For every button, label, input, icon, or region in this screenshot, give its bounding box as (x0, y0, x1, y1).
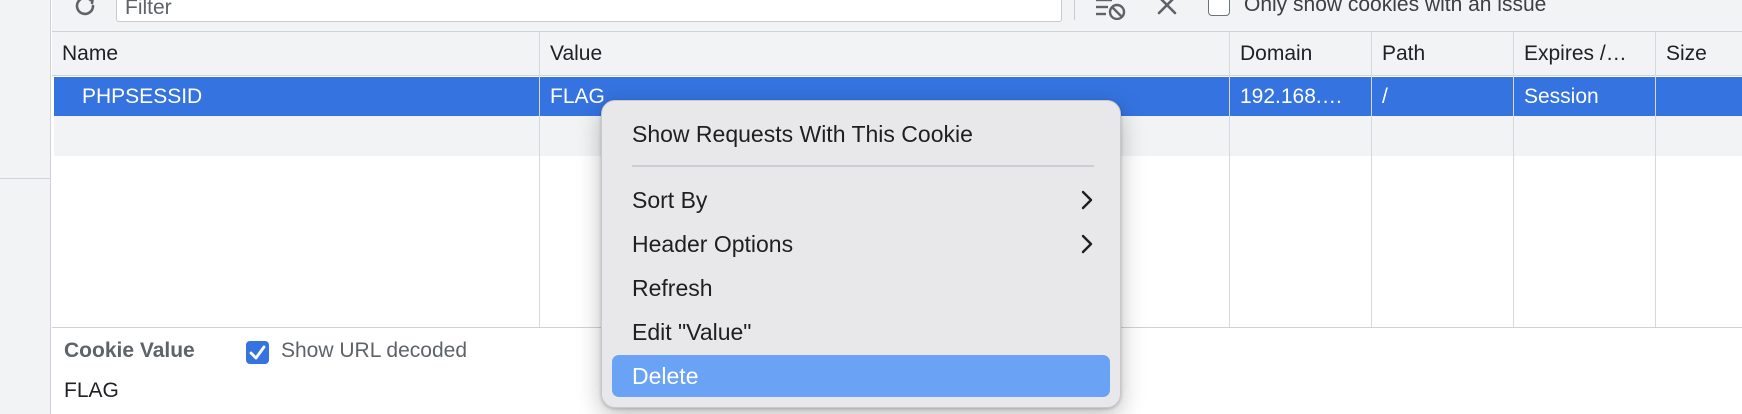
menu-item-label: Header Options (632, 231, 794, 257)
context-menu: Show Requests With This Cookie Sort By H… (601, 100, 1121, 408)
menu-item-show-requests[interactable]: Show Requests With This Cookie (612, 113, 1110, 155)
clear-filter-icon[interactable] (1094, 0, 1128, 20)
menu-item-delete[interactable]: Delete (612, 355, 1110, 397)
cookie-value-text: FLAG (64, 379, 119, 402)
table-header: Name Value Domain Path Expires /… Size (52, 32, 1742, 76)
filter-input[interactable] (116, 0, 1062, 22)
cookies-toolbar: Only show cookies with an issue (52, 0, 1742, 32)
sidebar-divider (0, 178, 51, 179)
checkmark-icon (249, 345, 266, 360)
cell-expires: Session (1524, 85, 1599, 108)
menu-item-label: Sort By (632, 187, 708, 213)
column-header-name[interactable]: Name (52, 32, 540, 76)
menu-item-label: Show Requests With This Cookie (632, 121, 973, 147)
column-header-domain[interactable]: Domain (1230, 32, 1372, 76)
only-issue-checkbox[interactable] (1208, 0, 1230, 16)
menu-item-label: Refresh (632, 275, 713, 301)
menu-item-refresh[interactable]: Refresh (612, 267, 1110, 309)
show-url-decoded-label[interactable]: Show URL decoded (281, 339, 467, 363)
column-header-expires[interactable]: Expires /… (1514, 32, 1656, 76)
column-header-size[interactable]: Size (1656, 32, 1742, 76)
cell-size (1656, 77, 1742, 116)
column-header-value[interactable]: Value (540, 32, 1230, 76)
chevron-right-icon (1081, 190, 1093, 210)
cell-domain: 192.168.… (1240, 85, 1343, 108)
menu-item-sort-by[interactable]: Sort By (612, 179, 1110, 221)
chevron-right-icon (1081, 234, 1093, 254)
menu-separator (632, 165, 1094, 167)
devtools-cookies-panel: Only show cookies with an issue Name Val… (0, 0, 1742, 414)
cell-path: / (1382, 85, 1388, 108)
cell-name: PHPSESSID (82, 85, 203, 108)
left-sidebar (0, 0, 51, 414)
menu-item-label: Edit "Value" (632, 319, 752, 345)
cookie-value-title: Cookie Value (64, 339, 195, 362)
refresh-icon[interactable] (70, 0, 100, 22)
menu-item-edit-value[interactable]: Edit "Value" (612, 311, 1110, 353)
toolbar-separator (1074, 0, 1075, 20)
only-issue-label: Only show cookies with an issue (1244, 0, 1547, 16)
close-icon[interactable] (1154, 0, 1180, 18)
menu-item-header-options[interactable]: Header Options (612, 223, 1110, 265)
menu-item-label: Delete (632, 363, 699, 389)
column-header-path[interactable]: Path (1372, 32, 1514, 76)
show-url-decoded-checkbox[interactable] (246, 341, 269, 364)
